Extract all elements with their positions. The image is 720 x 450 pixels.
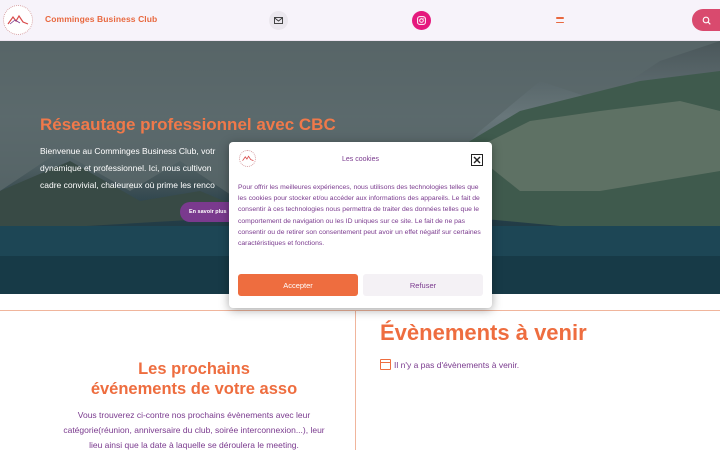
cookie-dialog-title: Les cookies (342, 156, 379, 163)
upcoming-events-description: Vous trouverez ci-contre nos prochains é… (63, 410, 325, 450)
cookie-consent-dialog: Les cookies Pour offrir les meilleures e… (229, 142, 492, 308)
calendar-icon (380, 359, 391, 370)
page: Comminges Business Club Réseautage profe… (0, 0, 720, 450)
upcoming-events-heading: Les prochains événements de votre asso (90, 360, 298, 398)
mountain-logo-icon (7, 14, 29, 25)
instagram-icon[interactable] (412, 11, 431, 30)
mail-icon[interactable] (269, 11, 288, 30)
search-icon[interactable] (692, 9, 720, 31)
accept-button[interactable]: Accepter (238, 274, 358, 296)
events-title: Évènements à venir (380, 320, 587, 345)
site-header: Comminges Business Club (0, 0, 720, 41)
cbc-logo[interactable] (3, 5, 33, 35)
refuse-button[interactable]: Refuser (363, 274, 483, 296)
menu-icon[interactable] (553, 14, 567, 26)
divider-right (356, 310, 720, 311)
lower-section: Les prochains événements de votre asso V… (0, 294, 720, 450)
no-events-message: Il n'y a pas d'évènements à venir. (380, 359, 519, 370)
close-icon[interactable] (471, 154, 483, 166)
cookie-dialog-body: Pour offrir les meilleures expériences, … (238, 184, 481, 248)
brand-name[interactable]: Comminges Business Club (45, 14, 157, 24)
hero-title: Réseautage professionnel avec CBC (40, 115, 336, 134)
